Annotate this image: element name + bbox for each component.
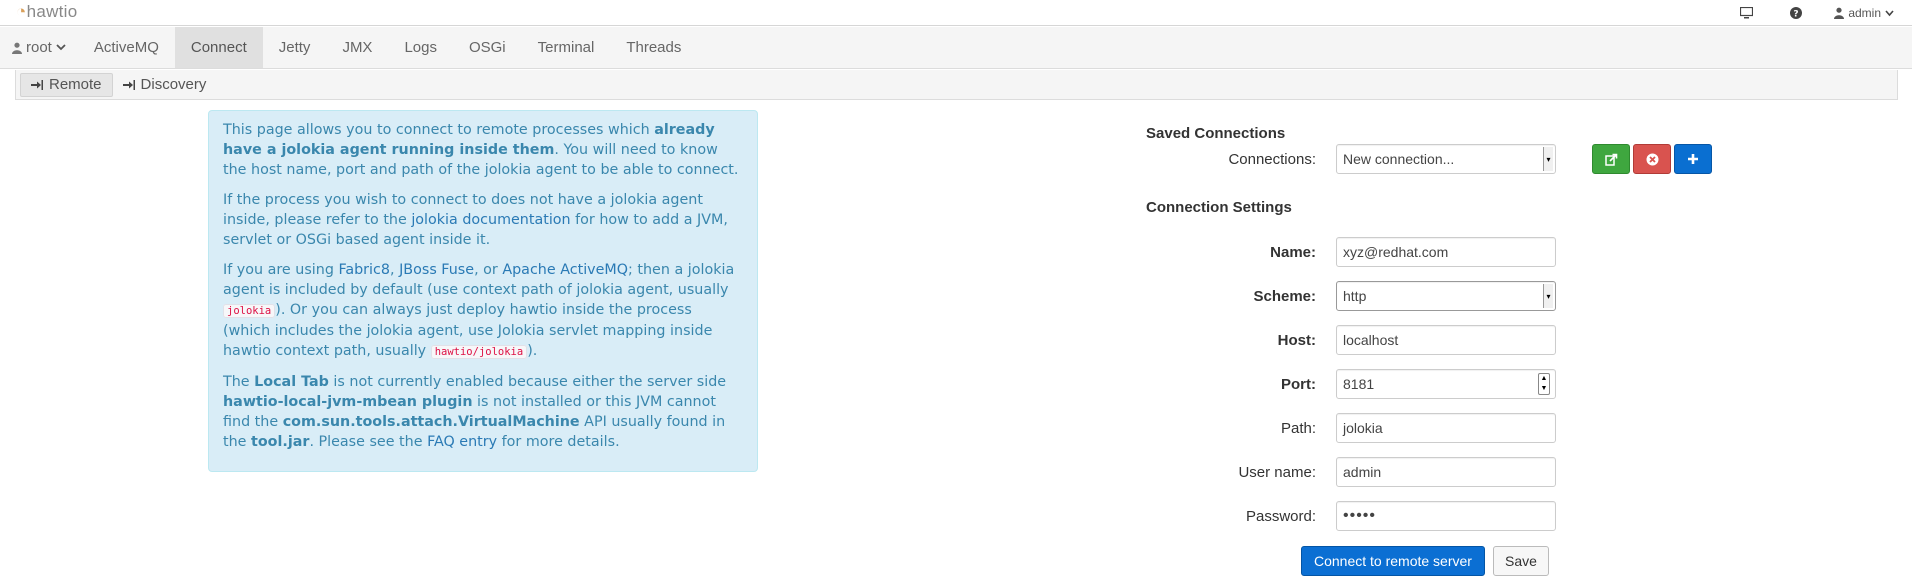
host-label: Host: [1277, 332, 1316, 349]
jboss-fuse-link[interactable]: JBoss Fuse [399, 262, 474, 278]
export-connection-button[interactable] [1592, 144, 1630, 174]
scheme-select-value: http [1343, 288, 1367, 304]
connection-settings-title: Connection Settings [1146, 199, 1292, 216]
jolokia-docs-link[interactable]: jolokia documentation [411, 212, 570, 228]
code-snippet: jolokia [223, 304, 276, 318]
monitor-icon[interactable] [1738, 5, 1754, 21]
info-text: , or [474, 262, 503, 278]
subtab-label: Remote [49, 76, 102, 93]
info-text: The [223, 374, 255, 390]
host-input[interactable]: localhost [1336, 325, 1556, 355]
root-label: root [26, 39, 52, 56]
top-header: ◔hawtio ? admin [0, 0, 1912, 26]
username-label: User name: [1238, 464, 1316, 481]
saved-connections-title: Saved Connections [1146, 125, 1286, 142]
nav-tab-connect[interactable]: Connect [174, 27, 263, 68]
info-text: ). [527, 343, 538, 359]
remove-circle-icon [1646, 153, 1658, 165]
info-paragraph: This page allows you to connect to remot… [223, 120, 743, 180]
connections-select[interactable]: New connection... ▾ [1336, 144, 1556, 174]
plus-icon [1688, 154, 1698, 164]
port-input[interactable]: 8181 ▲ ▼ [1336, 369, 1556, 399]
info-emphasis: com.sun.tools.attach.VirtualMachine [282, 414, 580, 430]
nav-tab-logs[interactable]: Logs [388, 27, 453, 68]
apache-activemq-link[interactable]: Apache ActiveMQ [502, 262, 628, 278]
port-value: 8181 [1343, 376, 1375, 392]
info-emphasis: Local Tab [254, 374, 329, 390]
header-actions: ? admin [1704, 5, 1894, 21]
hawtio-logo[interactable]: ◔hawtio [16, 2, 78, 22]
scheme-label: Scheme: [1253, 288, 1316, 305]
info-text: is not currently enabled because either … [328, 374, 727, 390]
username-input[interactable]: admin [1336, 457, 1556, 487]
sign-in-icon [31, 79, 43, 90]
path-input[interactable]: jolokia [1336, 413, 1556, 443]
chevron-down-icon [56, 44, 66, 51]
user-icon [12, 42, 22, 54]
info-panel: This page allows you to connect to remot… [208, 110, 758, 472]
new-connection-button[interactable] [1674, 144, 1712, 174]
connections-label: Connections: [1228, 151, 1316, 168]
info-paragraph: If you are using Fabric8, JBoss Fuse, or… [223, 260, 743, 362]
info-text: This page allows you to connect to remot… [223, 122, 655, 138]
port-label: Port: [1281, 376, 1316, 393]
share-icon [1604, 153, 1617, 166]
connect-button[interactable]: Connect to remote server [1301, 546, 1485, 576]
port-spinner-icon[interactable]: ▲ ▼ [1538, 373, 1550, 395]
info-paragraph: The Local Tab is not currently enabled b… [223, 372, 743, 452]
nav-tab-threads[interactable]: Threads [610, 27, 697, 68]
nav-tab-jetty[interactable]: Jetty [263, 27, 327, 68]
code-snippet: hawtio/jolokia [430, 345, 528, 359]
info-text: for more details. [497, 434, 620, 450]
name-input[interactable]: xyz@redhat.com [1336, 237, 1556, 267]
subtab-discovery[interactable]: Discovery [113, 73, 217, 97]
password-label: Password: [1245, 508, 1316, 525]
info-emphasis: hawtio-local-jvm-mbean plugin [223, 394, 473, 410]
connect-subnav: Remote Discovery [15, 70, 1898, 100]
user-menu[interactable]: admin [1834, 6, 1894, 20]
chevron-down-icon [1885, 9, 1894, 16]
select-arrow-icon: ▾ [1543, 147, 1553, 171]
nav-tab-jmx[interactable]: JMX [326, 27, 388, 68]
select-arrow-icon: ▾ [1543, 284, 1553, 308]
nav-tab-activemq[interactable]: ActiveMQ [78, 27, 175, 68]
info-text: . Please see the [309, 434, 428, 450]
subtab-label: Discovery [140, 76, 207, 93]
root-selector[interactable]: root [0, 27, 78, 68]
fabric8-link[interactable]: Fabric8 [338, 262, 390, 278]
main-nav: root ActiveMQ Connect Jetty JMX Logs OSG… [0, 27, 1912, 69]
help-icon[interactable]: ? [1788, 5, 1804, 21]
scheme-select[interactable]: http ▾ [1336, 281, 1556, 311]
flame-icon: ◔ [16, 2, 27, 21]
user-name: admin [1848, 6, 1881, 20]
nav-tab-terminal[interactable]: Terminal [522, 27, 611, 68]
sign-in-icon [122, 79, 135, 90]
nav-tab-osgi[interactable]: OSGi [453, 27, 522, 68]
info-paragraph: If the process you wish to connect to do… [223, 190, 743, 250]
name-label: Name: [1270, 244, 1316, 261]
delete-connection-button[interactable] [1633, 144, 1671, 174]
logo-text: hawtio [26, 2, 78, 21]
save-button[interactable]: Save [1493, 546, 1549, 576]
user-icon [1834, 7, 1845, 19]
path-label: Path: [1280, 420, 1316, 437]
info-text: , [390, 262, 400, 278]
subtab-remote[interactable]: Remote [20, 72, 113, 97]
connections-select-value: New connection... [1343, 151, 1455, 167]
password-input[interactable]: ••••• [1336, 501, 1556, 531]
info-text: If you are using [223, 262, 339, 278]
faq-entry-link[interactable]: FAQ entry [427, 434, 497, 450]
svg-text:?: ? [1794, 10, 1799, 20]
info-emphasis: tool.jar [251, 434, 310, 450]
